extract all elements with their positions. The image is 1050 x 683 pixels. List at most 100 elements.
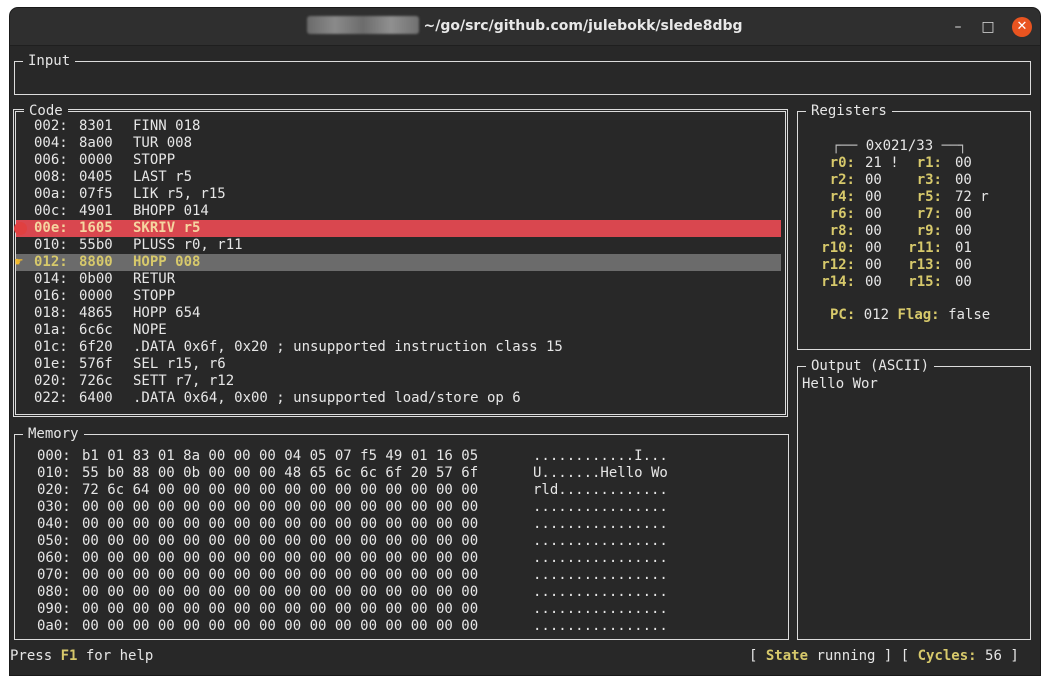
code-instruction: HOPP 008: [133, 254, 201, 270]
pc-flag-row: PC: 012 Flag: false: [830, 307, 990, 324]
code-address: 014:: [34, 271, 68, 287]
pc-value: 012: [863, 307, 890, 323]
register-value: 00: [955, 155, 972, 171]
code-instruction: STOPP: [133, 288, 176, 304]
register-name: r1:: [916, 155, 942, 171]
code-line[interactable]: 010: 55b0 PLUSS r0, r11: [16, 237, 781, 254]
memory-bytes: 00 00 00 00 00 00 00 00 00 00 00 00 00 0…: [82, 584, 479, 600]
memory-address: 040:: [37, 516, 71, 532]
maximize-button[interactable]: □: [978, 17, 998, 37]
memory-bytes: 00 00 00 00 00 00 00 00 00 00 00 00 00 0…: [82, 516, 479, 532]
window-title-text: ~/go/src/github.com/julebokk/slede8dbg: [423, 18, 743, 34]
code-address: 00e:: [34, 220, 68, 236]
memory-address: 030:: [37, 499, 71, 515]
code-line[interactable]: 002: 8301 FINN 018: [16, 118, 781, 135]
code-line[interactable]: 018: 4865 HOPP 654: [16, 305, 781, 322]
breakpoint-icon[interactable]: [14, 222, 27, 235]
code-address: 00c:: [34, 203, 68, 219]
memory-bytes: b1 01 83 01 8a 00 00 00 04 05 07 f5 49 0…: [82, 448, 479, 464]
code-hex: 0b00: [79, 271, 113, 287]
register-name: r12:: [821, 257, 855, 273]
code-instruction: .DATA 0x6f, 0x20 ; unsupported instructi…: [133, 339, 563, 355]
code-instruction: TUR 008: [133, 135, 193, 151]
register-value: 00: [865, 206, 882, 222]
code-line[interactable]: ☛ 012: 8800 HOPP 008: [15, 254, 781, 271]
code-hex: 4901: [79, 203, 113, 219]
register-name: r11:: [908, 240, 942, 256]
window-title: ~/go/src/github.com/julebokk/slede8dbg: [10, 8, 1040, 45]
register-value: 00: [955, 257, 972, 273]
code-line[interactable]: 006: 0000 STOPP: [16, 152, 781, 169]
code-hex: 576f: [79, 356, 113, 372]
code-hex: 0000: [79, 288, 113, 304]
code-hex: 8301: [79, 118, 113, 134]
code-line[interactable]: 01e: 576f SEL r15, r6: [16, 356, 781, 373]
code-pane[interactable]: Code 002: 8301 FINN 018 004: 8a00 TUR 008 006:…: [13, 102, 788, 417]
redacted-username: [307, 16, 420, 34]
code-line[interactable]: 00a: 07f5 LIK r5, r15: [16, 186, 781, 203]
code-hex: 4865: [79, 305, 113, 321]
minimize-button[interactable]: –: [948, 17, 968, 37]
memory-ascii: ................: [533, 516, 668, 532]
register-name: r13:: [908, 257, 942, 273]
code-instruction: SETT r7, r12: [133, 373, 235, 389]
register-name: r3:: [916, 172, 942, 188]
register-name: r10:: [821, 240, 855, 256]
code-line[interactable]: 004: 8a00 TUR 008: [16, 135, 781, 152]
register-value: 01: [955, 240, 972, 256]
register-value: 00: [865, 240, 882, 256]
code-line[interactable]: 016: 0000 STOPP: [16, 288, 781, 305]
memory-address: 070:: [37, 567, 71, 583]
help-key: F1: [60, 648, 78, 664]
code-instruction: LAST r5: [133, 169, 193, 185]
code-address: 002:: [34, 118, 68, 134]
code-line[interactable]: 00c: 4901 BHOPP 014: [16, 203, 781, 220]
code-instruction: HOPP 654: [133, 305, 201, 321]
code-instruction: SEL r15, r6: [133, 356, 226, 372]
flag-label: Flag:: [897, 307, 940, 323]
code-address: 01e:: [34, 356, 68, 372]
code-instruction: STOPP: [133, 152, 176, 168]
code-line[interactable]: 014: 0b00 RETUR: [16, 271, 781, 288]
memory-address: 090:: [37, 601, 71, 617]
register-value: 21 !: [865, 155, 899, 171]
register-name: r9:: [916, 223, 942, 239]
pc-label: PC:: [830, 307, 856, 323]
memory-ascii: ................: [533, 499, 668, 515]
memory-bytes: 00 00 00 00 00 00 00 00 00 00 00 00 00 0…: [82, 567, 479, 583]
code-hex: 0000: [79, 152, 113, 168]
memory-ascii: rld.............: [533, 482, 668, 498]
memory-bytes: 00 00 00 00 00 00 00 00 00 00 00 00 00 0…: [82, 550, 479, 566]
code-line[interactable]: 022: 6400 .DATA 0x64, 0x00 ; unsupported l…: [16, 390, 781, 407]
code-address: 018:: [34, 305, 68, 321]
code-address: 022:: [34, 390, 68, 406]
code-hex: 8a00: [79, 135, 113, 151]
memory-ascii: ................: [533, 618, 668, 634]
code-hex: 0405: [79, 169, 113, 185]
register-name: r2:: [829, 172, 855, 188]
register-name: r15:: [908, 274, 942, 290]
code-address: 004:: [34, 135, 68, 151]
code-hex: 6400: [79, 390, 113, 406]
cycles-value: 56 ]: [976, 648, 1019, 664]
code-address: 012:: [34, 254, 68, 270]
title-bar: ~/go/src/github.com/julebokk/slede8dbg –…: [10, 8, 1040, 46]
memory-bytes: 00 00 00 00 00 00 00 00 00 00 00 00 00 0…: [82, 499, 479, 515]
code-hex: 1605: [79, 220, 113, 236]
code-line[interactable]: 00e: 1605 SKRIV r5: [14, 220, 781, 237]
code-line[interactable]: 01c: 6f20 .DATA 0x6f, 0x20 ; unsupported i…: [16, 339, 781, 356]
memory-address: 050:: [37, 533, 71, 549]
output-text: Hello Wor: [802, 376, 878, 392]
register-name: r0:: [829, 155, 855, 171]
close-button[interactable]: ✕: [1012, 17, 1032, 37]
register-value: 72 r: [955, 189, 989, 205]
input-pane[interactable]: Input: [14, 52, 1031, 95]
help-hint: Press F1 for help: [10, 648, 154, 664]
code-line[interactable]: 020: 726c SETT r7, r12: [16, 373, 781, 390]
memory-pane[interactable]: Memory 000: b1 01 83 01 8a 00 00 00 04 05…: [14, 425, 789, 640]
register-value: 00: [955, 223, 972, 239]
memory-ascii: U.......Hello Wo: [533, 465, 668, 481]
flag-value: false: [948, 307, 991, 323]
code-line[interactable]: 008: 0405 LAST r5: [16, 169, 781, 186]
code-line[interactable]: 01a: 6c6c NOPE: [16, 322, 781, 339]
